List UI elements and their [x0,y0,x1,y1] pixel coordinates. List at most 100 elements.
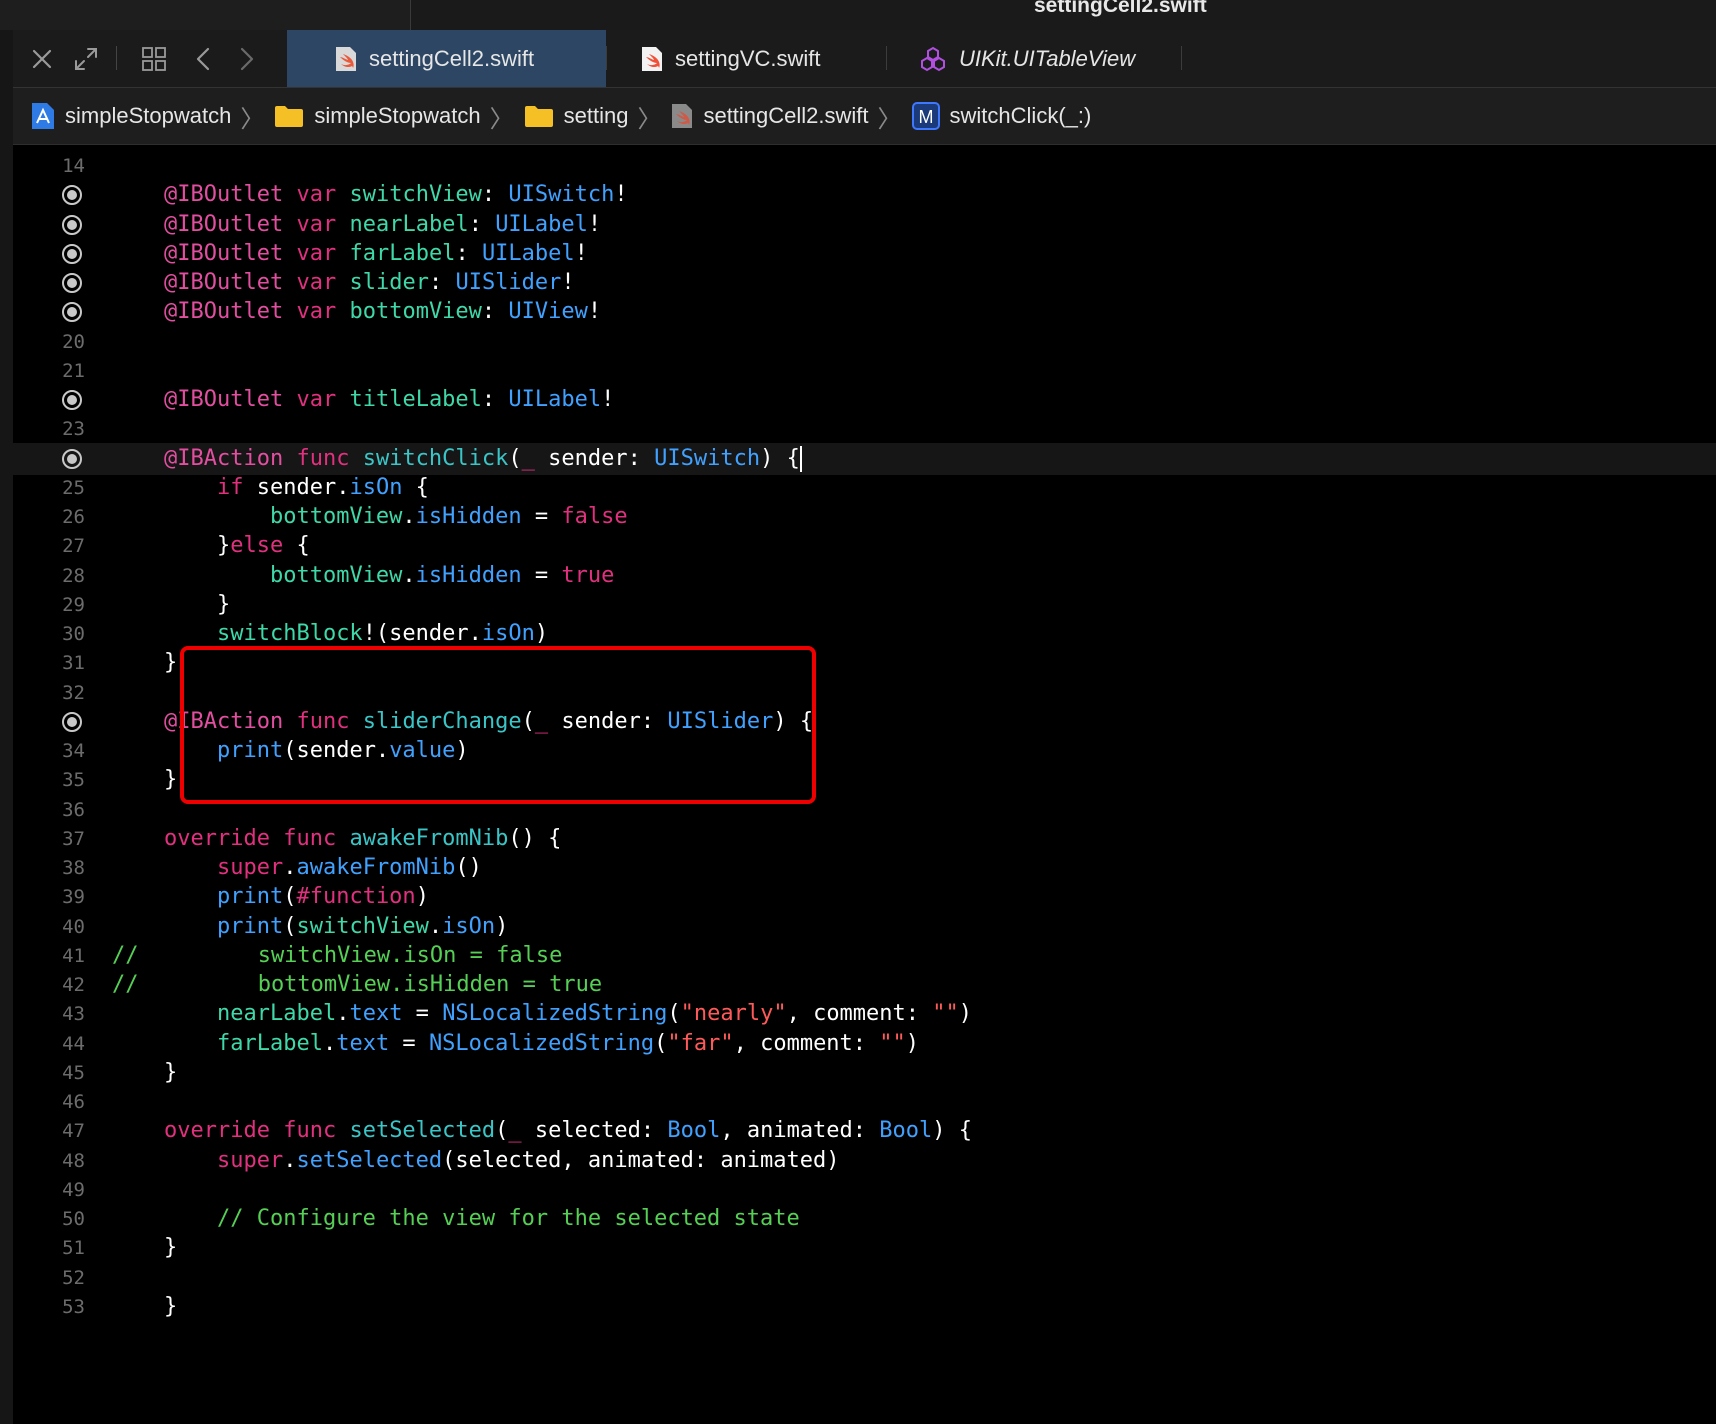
code-token: ) [415,884,429,910]
code-token: _ [521,445,535,471]
outlet-connection-icon[interactable] [61,184,83,206]
outlet-connection-icon[interactable] [61,243,83,265]
code-token: : [481,387,509,412]
code-token: : [481,299,509,325]
code-line[interactable]: 38 super.awakeFromNib() [13,852,1716,884]
outlet-connection-icon[interactable] [61,389,83,411]
line-number: 21 [62,359,85,382]
code-token: awakeFromNib [349,825,509,851]
breadcrumb-group[interactable]: simpleStopwatch [274,103,481,129]
code-line[interactable]: 41 // switchView.isOn = false [13,940,1716,972]
code-line[interactable]: @IBOutlet var bottomView: UIView! [13,296,1716,328]
outlet-connection-icon[interactable] [61,214,83,236]
outlet-connection-icon[interactable] [61,711,83,733]
code-line[interactable]: @IBOutlet var titleLabel: UILabel! [13,384,1716,416]
code-line[interactable]: 49 [13,1174,1716,1206]
code-line[interactable]: 28 bottomView.isHidden = true [13,560,1716,592]
xcode-project-icon [32,103,54,129]
code-line[interactable]: @IBAction func switchClick(_ sender: UIS… [13,442,1716,475]
code-line[interactable]: 50 // Configure the view for the selecte… [13,1203,1716,1235]
code-line[interactable]: 51} [13,1232,1716,1264]
code-token: ) { [760,445,800,471]
code-line[interactable]: 53} [13,1291,1716,1323]
code-line[interactable]: 37 override func awakeFromNib() { [13,823,1716,855]
line-number: 41 [62,944,85,967]
tab-uitableview[interactable]: UIKit.UITableView [919,30,1135,87]
tab-label: settingVC.swift [675,45,821,71]
breadcrumb-project[interactable]: simpleStopwatch [31,102,231,130]
code-token: var [296,211,337,237]
code-token: UILabel [508,387,602,412]
code-line[interactable]: 20 [13,326,1716,358]
code-text: super.setSelected(selected, animated: an… [164,1145,840,1177]
code-text: } [164,764,177,796]
code-line[interactable]: 26 bottomView.isHidden = false [13,501,1716,533]
outlet-connection-icon[interactable] [61,301,83,323]
code-line[interactable]: 46 [13,1086,1716,1118]
code-line[interactable]: 27 }else { [13,530,1716,562]
code-token: . [402,562,416,588]
code-line[interactable]: 43 nearLabel.text = NSLocalizedString("n… [13,998,1716,1030]
line-number: 39 [62,886,85,909]
code-token: , comment: [733,1030,880,1056]
code-line[interactable]: 44 farLabel.text = NSLocalizedString("fa… [13,1028,1716,1060]
code-text: @IBOutlet var titleLabel: UILabel! [164,384,614,416]
breadcrumb-label: simpleStopwatch [314,103,481,128]
highlight-annotation-box [180,646,816,804]
code-editor[interactable]: 14 @IBOutlet var switchView: UISwitch! @IB… [13,146,1716,1424]
code-line[interactable]: @IBOutlet var slider: UISlider! [13,267,1716,299]
tab-divider [1181,46,1182,70]
line-number: 49 [62,1178,85,1201]
breadcrumb-file[interactable]: settingCell2.swift [671,103,869,129]
code-line[interactable]: 40 print(switchView.isOn) [13,911,1716,943]
code-line[interactable]: @IBOutlet var farLabel: UILabel! [13,238,1716,270]
code-line[interactable]: 45} [13,1057,1716,1089]
code-token: ) { [932,1118,973,1144]
code-line[interactable]: 52 [13,1262,1716,1294]
code-token: !(sender. [362,621,482,646]
code-text: } [164,1057,177,1089]
code-line[interactable]: 39 print(#function) [13,881,1716,913]
grid-icon[interactable] [139,44,169,74]
code-token: print [216,884,284,910]
tab-divider [606,46,607,70]
code-token: isOn [481,621,535,646]
breadcrumb-folder[interactable]: setting [524,103,628,129]
chevron-left-icon[interactable] [189,44,219,74]
code-line[interactable]: 42 // bottomView.isHidden = true [13,969,1716,1001]
code-token: farLabel [216,1030,323,1056]
breadcrumb-chevron-icon: 〉 [240,105,265,133]
code-token: switchBlock [216,621,363,646]
code-line[interactable]: 47 override func setSelected(_ selected: … [13,1115,1716,1147]
outlet-connection-icon[interactable] [61,272,83,294]
outlet-connection-icon[interactable] [61,448,83,470]
code-line[interactable]: 14 [13,150,1716,182]
chevron-right-icon[interactable] [231,44,261,74]
breadcrumb-method[interactable]: M switchClick(_:) [911,102,1091,130]
code-line[interactable]: @IBOutlet var nearLabel: UILabel! [13,209,1716,241]
close-icon[interactable] [27,44,57,74]
code-token: ! [587,299,602,325]
code-token: = [389,1030,429,1056]
code-token: nearLabel [216,1001,337,1027]
line-number: 51 [62,1237,85,1260]
code-text: super.awakeFromNib() [164,852,482,884]
code-line[interactable]: 29 } [13,589,1716,621]
expand-icon[interactable] [71,44,101,74]
code-token: true [561,562,615,588]
code-line[interactable]: 21 [13,355,1716,387]
code-token: ( [283,884,297,910]
code-token: @IBOutlet [164,182,284,208]
code-line[interactable]: 23 [13,413,1716,445]
code-token: ! [574,240,588,266]
tab-settingcell2[interactable]: settingCell2.swift [287,30,606,87]
code-line[interactable]: 25 if sender.isOn { [13,472,1716,504]
tab-settingvc[interactable]: settingVC.swift [641,30,821,87]
code-token: false [561,504,628,529]
code-line[interactable]: 48 super.setSelected(selected, animated:… [13,1145,1716,1177]
code-line[interactable]: @IBOutlet var switchView: UISwitch! [13,179,1716,211]
code-text: // Configure the view for the selected s… [164,1203,800,1235]
